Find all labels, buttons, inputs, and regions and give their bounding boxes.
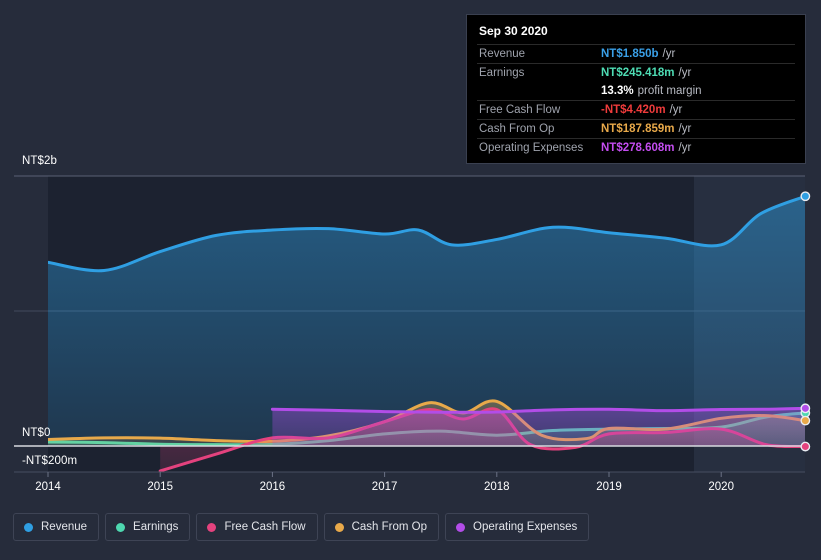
tooltip-row-value: NT$187.859m: [601, 123, 675, 135]
tooltip-row: Operating Expenses NT$278.608m/yr: [477, 138, 795, 157]
legend-item-operating-expenses[interactable]: Operating Expenses: [445, 513, 590, 541]
tooltip-row-label: Free Cash Flow: [479, 104, 561, 116]
legend-item-label: Earnings: [133, 521, 179, 533]
endpoint-marker-free-cash-flow[interactable]: [800, 441, 811, 452]
tooltip-row-label: Earnings: [479, 67, 525, 79]
tooltip-row-label: Revenue: [479, 48, 526, 60]
tooltip-row-unit: /yr: [669, 104, 683, 116]
tooltip-row-unit: /yr: [678, 67, 692, 79]
tooltip-row-unit: profit margin: [637, 85, 702, 97]
tooltip-row-value: -NT$4.420m: [601, 104, 666, 116]
tooltip-row-unit: /yr: [662, 48, 676, 60]
tooltip-row-value: NT$245.418m: [601, 67, 675, 79]
y-axis-label-top: NT$2b: [22, 155, 58, 167]
y-axis-label-zero: NT$0: [22, 427, 51, 439]
tooltip-row: Cash From Op NT$187.859m/yr: [477, 119, 795, 138]
tooltip-row-label: Operating Expenses: [479, 142, 584, 154]
tooltip-rows: Revenue NT$1.850b/yr Earnings NT$245.418m/y…: [477, 44, 795, 157]
legend-color-dot-icon: [334, 522, 344, 532]
endpoint-marker-cash-from-op[interactable]: [800, 415, 811, 426]
tooltip-row: Revenue NT$1.850b/yr: [477, 44, 795, 63]
legend-item-cash-from-op[interactable]: Cash From Op: [323, 513, 440, 541]
x-axis-label-2016: 2016: [259, 481, 286, 493]
x-axis-label-2018: 2018: [484, 481, 510, 493]
tooltip-row-label: Cash From Op: [479, 123, 555, 135]
endpoint-marker-operating-expenses[interactable]: [800, 403, 811, 414]
tooltip-row-value: NT$1.850b: [601, 48, 659, 60]
stock-financials-chart: NT$2b NT$0 -NT$200m 2014 2015 2016 2017 2018…: [0, 0, 821, 560]
tooltip-row-value: 13.3%: [601, 85, 634, 97]
tooltip-row-value: NT$278.608m: [601, 142, 675, 154]
legend-item-label: Operating Expenses: [473, 521, 578, 533]
x-axis-ticks: [47, 472, 722, 477]
legend-item-label: Free Cash Flow: [224, 521, 306, 533]
tooltip-row: Free Cash Flow -NT$4.420m/yr: [477, 100, 795, 119]
series-operating-expenses: [270, 406, 805, 446]
legend-color-dot-icon: [116, 522, 126, 532]
tooltip-date: Sep 30 2020: [479, 24, 548, 38]
x-axis-label-2020: 2020: [708, 481, 734, 493]
legend-item-free-cash-flow[interactable]: Free Cash Flow: [196, 513, 318, 541]
legend-item-revenue[interactable]: Revenue: [13, 513, 100, 541]
tooltip-row: 13.3% profit margin: [477, 82, 795, 100]
data-tooltip: Sep 30 2020 Revenue NT$1.850b/yr Earnings N…: [466, 14, 806, 164]
x-axis-label-2017: 2017: [371, 481, 398, 493]
legend-color-dot-icon: [456, 522, 466, 532]
legend-color-dot-icon: [207, 522, 217, 532]
legend-color-dot-icon: [24, 522, 33, 532]
y-axis-label-negative: -NT$200m: [22, 455, 78, 467]
endpoint-marker-revenue[interactable]: [800, 191, 811, 202]
chart-legend[interactable]: Revenue Earnings Free Cash Flow Cash From O…: [13, 513, 590, 541]
tooltip-row-unit: /yr: [678, 142, 692, 154]
tooltip-row-unit: /yr: [678, 123, 692, 135]
x-axis-label-2015: 2015: [147, 481, 173, 493]
x-axis-label-2019: 2019: [596, 481, 622, 493]
tooltip-row: Earnings NT$245.418m/yr: [477, 63, 795, 82]
legend-item-label: Revenue: [41, 521, 88, 533]
x-axis-label-2014: 2014: [35, 481, 61, 493]
legend-item-earnings[interactable]: Earnings: [105, 513, 191, 541]
legend-item-label: Cash From Op: [351, 521, 428, 533]
